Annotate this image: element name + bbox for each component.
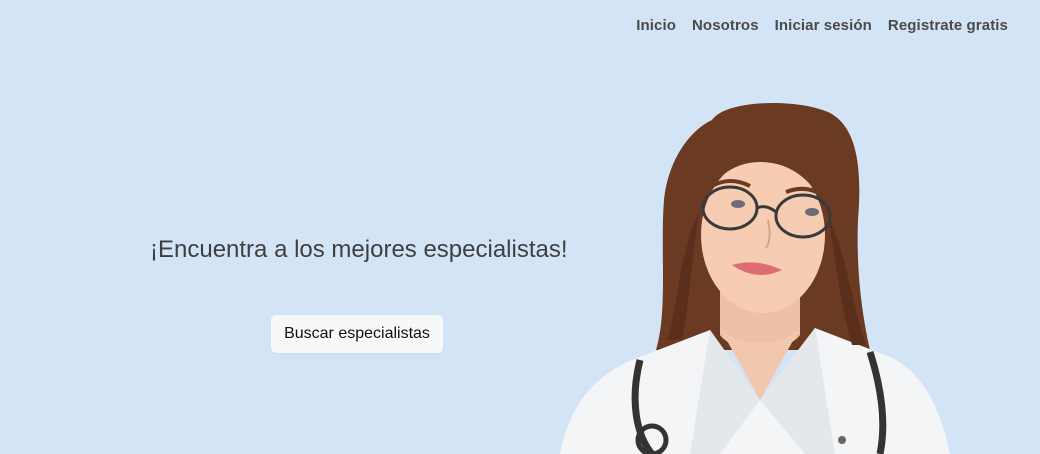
search-specialists-button[interactable]: Buscar especialistas xyxy=(271,315,443,353)
hero-title: ¡Encuentra a los mejores especialistas! xyxy=(150,236,568,263)
nav-link-iniciar-sesion[interactable]: Iniciar sesión xyxy=(775,17,872,34)
nav-link-nosotros[interactable]: Nosotros xyxy=(692,17,759,34)
top-nav: Inicio Nosotros Iniciar sesión Registrat… xyxy=(636,17,1008,34)
nav-link-registrate[interactable]: Registrate gratis xyxy=(888,17,1008,34)
nav-link-inicio[interactable]: Inicio xyxy=(636,17,676,34)
doctor-portrait-image xyxy=(560,102,950,454)
